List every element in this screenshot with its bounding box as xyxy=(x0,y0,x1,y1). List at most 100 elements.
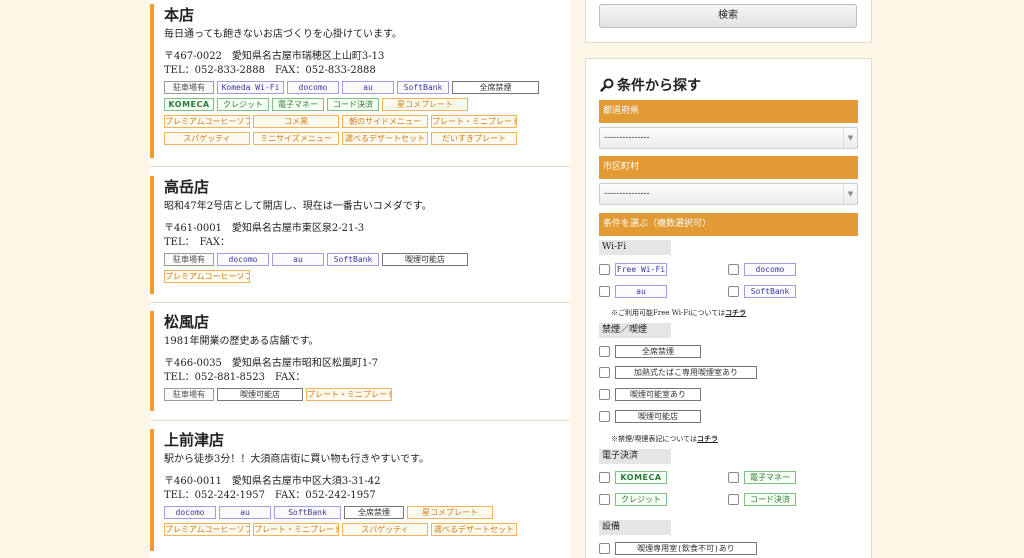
tag-row: スパゲッティ ミニサイズメニュー 選べるデザートセット だいすきプレート xyxy=(164,130,570,147)
filter-option-smoking-only-room[interactable]: 喫煙専用室(飲食不可)あり xyxy=(599,542,757,555)
checkbox[interactable] xyxy=(599,264,610,275)
wifi-note-link[interactable]: コチラ xyxy=(725,308,746,317)
payment-group-label: 電子決済 xyxy=(599,449,671,464)
store-address: 〒461-0001 愛知県名古屋市東区泉2-21-3 xyxy=(164,223,365,234)
tag-row: KOMECA クレジット 電子マネー コード決済 星コメプレート xyxy=(164,96,570,113)
store-card-matsukaze: 松風店 1981年開業の歴史ある店舗です。 〒466-0035 愛知県名古屋市昭… xyxy=(150,311,570,411)
store-list: 本店 毎日通っても飽きないお店づくりを心掛けています。 〒467-0022 愛知… xyxy=(150,0,570,558)
tag-row: プレミアムコーヒーソフィア xyxy=(164,268,570,285)
store-tags: docomoauSoftBank全席禁煙星コメプレートプレミアムコーヒーソフィア… xyxy=(164,504,570,538)
tag-row: 駐車場有 docomo au SoftBank 喫煙可能店 xyxy=(164,251,570,268)
store-tag: プレミアムコーヒーソフィア xyxy=(164,115,250,128)
store-tag: au xyxy=(272,253,324,266)
store-tag: プレート・ミニプレート xyxy=(431,115,517,128)
store-divider xyxy=(150,420,570,421)
store-address: 〒466-0035 愛知県名古屋市昭和区松風町1-7 xyxy=(164,358,379,369)
filter-option-label: クレジット xyxy=(615,493,667,506)
store-name[interactable]: 松風店 xyxy=(164,312,570,332)
chevron-down-icon: ▼ xyxy=(843,184,857,204)
conditions-panel: 条件から探す 都道府県 --------------- ▼ 市区町村 -----… xyxy=(585,58,872,558)
store-tag: プレミアムコーヒーソフィア xyxy=(164,270,250,283)
store-tags: 駐車場有 Komeda Wi-Fi docomo au SoftBank 全席禁煙 KOME… xyxy=(164,79,570,147)
filter-option-code-payment[interactable]: コード決済 xyxy=(728,493,796,506)
checkbox[interactable] xyxy=(599,494,610,505)
conditions-title: 条件から探す xyxy=(600,75,701,95)
checkbox[interactable] xyxy=(728,494,739,505)
store-tel: TEL：052-881-8523 FAX： xyxy=(164,372,306,383)
store-tag: ミニサイズメニュー xyxy=(253,132,339,145)
search-button-panel: 検索 xyxy=(585,0,872,43)
store-tel: TEL：052-242-1957 FAX：052-242-1957 xyxy=(164,490,376,501)
filter-option-all-nonsmoking[interactable]: 全席禁煙 xyxy=(599,345,701,358)
city-select-value: --------------- xyxy=(604,189,650,199)
store-tag: 星コメプレート xyxy=(407,506,493,519)
smoking-note: ※禁煙/喫煙表記についてはコチラ xyxy=(611,434,718,444)
smoking-note-link[interactable]: コチラ xyxy=(697,434,718,443)
store-tag: docomo xyxy=(164,506,216,519)
filter-option-label: 電子マネー xyxy=(744,471,796,484)
filter-option-softbank[interactable]: SoftBank xyxy=(728,285,796,298)
filter-option-label: Free Wi-Fi xyxy=(615,263,667,276)
smoking-note-text: ※禁煙/喫煙表記については xyxy=(611,435,698,443)
checkbox[interactable] xyxy=(599,367,610,378)
conditions-title-text: 条件から探す xyxy=(617,78,701,94)
komeca-logo: KOMECA xyxy=(615,471,667,484)
store-tag: Komeda Wi-Fi xyxy=(217,81,284,94)
filter-option-free-wifi[interactable]: Free Wi-Fi xyxy=(599,263,667,276)
checkbox[interactable] xyxy=(728,264,739,275)
filter-option-label: コード決済 xyxy=(744,493,796,506)
prefecture-select-value: --------------- xyxy=(604,133,650,143)
store-divider xyxy=(150,166,570,167)
store-tag: スパゲッティ xyxy=(164,132,250,145)
filter-option-smoking-room[interactable]: 喫煙可能室あり xyxy=(599,388,701,401)
filter-option-au[interactable]: au xyxy=(599,285,667,298)
store-description: 昭和47年2号店として開店し、現在は一番古いコメダです。 xyxy=(164,201,432,212)
store-name[interactable]: 本店 xyxy=(164,5,570,25)
chevron-down-icon: ▼ xyxy=(843,128,857,148)
checkbox[interactable] xyxy=(599,472,610,483)
prefecture-header: 都道府県 xyxy=(599,100,858,123)
checkbox[interactable] xyxy=(728,286,739,297)
prefecture-select[interactable]: --------------- ▼ xyxy=(599,127,858,149)
checkbox[interactable] xyxy=(728,472,739,483)
store-address: 〒460-0011 愛知県名古屋市中区大須3-31-42 xyxy=(164,476,381,487)
store-tag: au xyxy=(219,506,271,519)
store-tag: docomo xyxy=(217,253,269,266)
store-tag: 全席禁煙 xyxy=(452,81,539,94)
store-card-honten: 本店 毎日通っても飽きないお店づくりを心掛けています。 〒467-0022 愛知… xyxy=(150,4,570,158)
checkbox[interactable] xyxy=(599,389,610,400)
store-tags: 駐車場有docomoauSoftBank喫煙可能店プレミアムコーヒーソフィア xyxy=(164,251,570,285)
conditions-header: 条件を選ぶ（複数選択可） xyxy=(599,213,858,236)
wifi-note: ※ご利用可能Free Wi-Fiについてはコチラ xyxy=(611,308,746,318)
store-tag: 電子マネー xyxy=(272,98,324,111)
store-tag: 駐車場有 xyxy=(164,81,214,94)
store-tag: 駐車場有 xyxy=(164,253,214,266)
store-tag: 星コメプレート xyxy=(382,98,468,111)
filter-option-label: 喫煙可能店 xyxy=(615,410,701,423)
search-icon xyxy=(600,78,614,92)
filter-option-label: SoftBank xyxy=(744,285,796,298)
store-tel: TEL： FAX： xyxy=(164,237,231,248)
filter-option-docomo[interactable]: docomo xyxy=(728,263,796,276)
city-select[interactable]: --------------- ▼ xyxy=(599,183,858,205)
checkbox[interactable] xyxy=(599,411,610,422)
equipment-group-label: 設備 xyxy=(599,520,671,535)
filter-option-heated-tobacco-room[interactable]: 加熱式たばこ専用喫煙室あり xyxy=(599,366,757,379)
store-tag: だいすきプレート xyxy=(431,132,517,145)
store-name[interactable]: 高岳店 xyxy=(164,177,570,197)
store-tag: au xyxy=(342,81,394,94)
checkbox[interactable] xyxy=(599,286,610,297)
komeca-logo: KOMECA xyxy=(164,98,214,111)
filter-option-e-money[interactable]: 電子マネー xyxy=(728,471,796,484)
store-name[interactable]: 上前津店 xyxy=(164,430,570,450)
filter-option-label: docomo xyxy=(744,263,796,276)
search-button[interactable]: 検索 xyxy=(599,4,857,28)
filter-option-credit[interactable]: クレジット xyxy=(599,493,667,506)
filter-option-komeca[interactable]: KOMECA xyxy=(599,471,667,484)
filter-option-smoking-allowed[interactable]: 喫煙可能店 xyxy=(599,410,701,423)
checkbox[interactable] xyxy=(599,346,610,357)
tag-row: 駐車場有 喫煙可能店 プレート・ミニプレート xyxy=(164,386,570,403)
checkbox[interactable] xyxy=(599,543,610,554)
city-header: 市区町村 xyxy=(599,156,858,179)
store-tag: SoftBank xyxy=(397,81,449,94)
